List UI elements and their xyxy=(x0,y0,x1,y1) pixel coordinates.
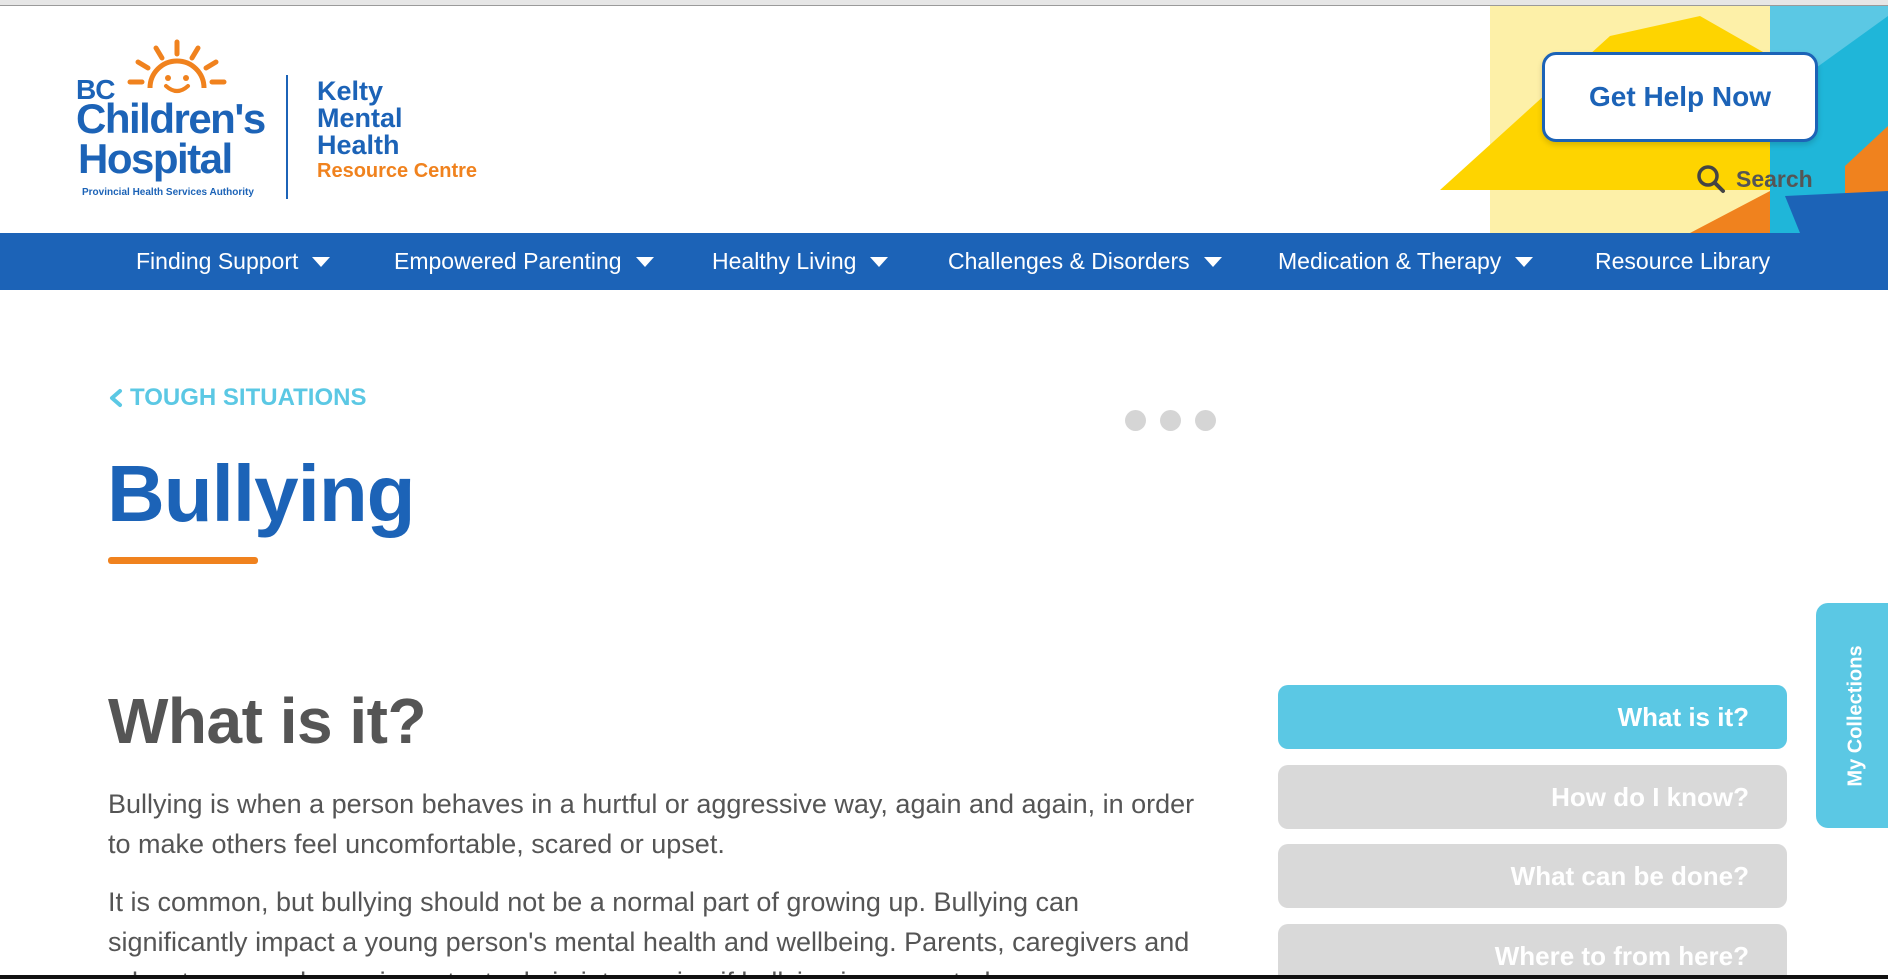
logo-phsa-text: Provincial Health Services Authority xyxy=(82,187,254,198)
chevron-down-icon xyxy=(635,256,654,267)
breadcrumb[interactable]: TOUGH SITUATIONS xyxy=(108,384,366,412)
kelty-line: Mental xyxy=(317,103,403,133)
chevron-down-icon xyxy=(870,256,889,267)
kelty-line: Kelty xyxy=(317,76,384,106)
main-navigation: Finding Support Empowered Parenting Heal… xyxy=(0,233,1888,290)
toc-item-how-do-i-know[interactable]: How do I know? xyxy=(1278,765,1787,829)
nav-item-label: Healthy Living xyxy=(712,248,857,274)
nav-item-label: Finding Support xyxy=(136,248,299,274)
nav-item-label: Resource Library xyxy=(1595,248,1771,274)
logo-childrens-text: Children's xyxy=(76,95,266,142)
nav-item-medication-therapy[interactable]: Medication & Therapy xyxy=(1278,233,1534,290)
nav-item-label: Challenges & Disorders xyxy=(948,248,1190,274)
toc-item-where-to-from-here[interactable]: Where to from here? xyxy=(1278,924,1787,979)
kelty-line: Health xyxy=(317,130,400,160)
search-link[interactable]: Search xyxy=(1696,162,1813,196)
nav-item-resource-library[interactable]: Resource Library xyxy=(1595,233,1770,290)
nav-item-healthy-living[interactable]: Healthy Living xyxy=(712,233,889,290)
logo-hospital-text: Hospital xyxy=(78,135,233,182)
title-underline xyxy=(108,557,258,564)
loading-dot xyxy=(1125,410,1146,431)
section-title: What is it? xyxy=(108,685,427,757)
nav-item-label: Medication & Therapy xyxy=(1278,248,1502,274)
search-label: Search xyxy=(1736,165,1813,192)
toc-item-what-can-be-done[interactable]: What can be done? xyxy=(1278,844,1787,908)
nav-item-finding-support[interactable]: Finding Support xyxy=(136,233,331,290)
logo-divider xyxy=(286,75,288,199)
nav-item-label: Empowered Parenting xyxy=(394,248,622,274)
my-collections-tab[interactable]: My Collections xyxy=(1816,603,1888,828)
kelty-resource-centre: Resource Centre xyxy=(317,160,478,182)
viewport-bottom-rule xyxy=(0,975,1888,979)
page-title: Bullying xyxy=(107,449,416,538)
loading-indicator xyxy=(1125,410,1216,431)
breadcrumb-label: TOUGH SITUATIONS xyxy=(130,384,367,411)
body-paragraph: Bullying is when a person behaves in a h… xyxy=(108,789,1195,859)
chevron-down-icon xyxy=(1203,256,1222,267)
kelty-logo-text: Kelty Mental Health Resource Centre xyxy=(317,78,487,183)
body-paragraph: It is common, but bullying should not be… xyxy=(108,887,1190,979)
my-collections-label: My Collections xyxy=(1844,644,1867,787)
nav-item-empowered-parenting[interactable]: Empowered Parenting xyxy=(394,233,654,290)
site-header: BC Children's Hospital Provincial Health… xyxy=(0,6,1888,233)
chevron-down-icon xyxy=(312,256,331,267)
chevron-down-icon xyxy=(1515,256,1534,267)
nav-item-challenges-disorders[interactable]: Challenges & Disorders xyxy=(948,233,1222,290)
search-icon xyxy=(1697,165,1725,193)
get-help-now-button[interactable]: Get Help Now xyxy=(1542,52,1818,142)
loading-dot xyxy=(1160,410,1181,431)
loading-dot xyxy=(1195,410,1216,431)
chevron-left-icon xyxy=(110,389,122,407)
toc-item-what-is-it[interactable]: What is it? xyxy=(1278,685,1787,749)
site-logo[interactable]: BC Children's Hospital Provincial Health… xyxy=(76,38,477,208)
